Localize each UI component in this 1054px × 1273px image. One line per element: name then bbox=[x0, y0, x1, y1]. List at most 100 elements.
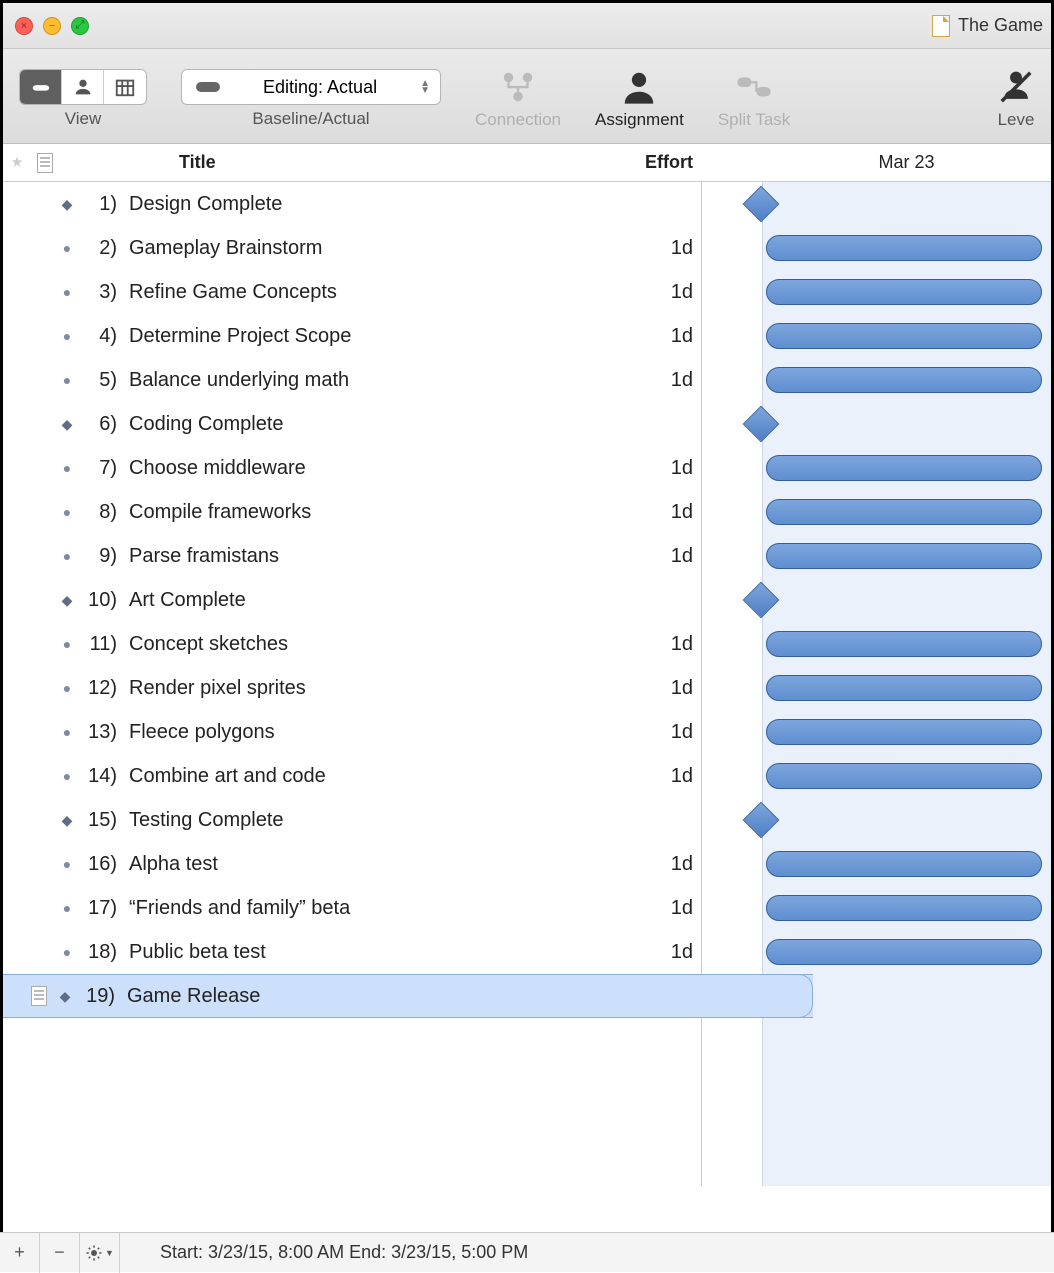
task-effort[interactable]: 1d bbox=[625, 633, 701, 656]
task-title[interactable]: Combine art and code bbox=[123, 765, 625, 788]
task-title[interactable]: Design Complete bbox=[123, 193, 625, 216]
gantt-row[interactable] bbox=[702, 182, 1051, 226]
task-title[interactable]: Public beta test bbox=[123, 941, 625, 964]
gantt-row[interactable] bbox=[702, 226, 1051, 270]
gantt-view-icon[interactable] bbox=[20, 70, 62, 104]
task-bar[interactable] bbox=[766, 279, 1042, 305]
task-title[interactable]: Testing Complete bbox=[123, 809, 625, 832]
gantt-row[interactable] bbox=[702, 578, 1051, 622]
task-bar[interactable] bbox=[766, 235, 1042, 261]
task-effort[interactable]: 1d bbox=[625, 281, 701, 304]
remove-button[interactable]: − bbox=[40, 1233, 80, 1273]
task-row[interactable]: ●4)Determine Project Scope1d bbox=[3, 314, 701, 358]
task-title[interactable]: Game Release bbox=[121, 985, 737, 1008]
task-row[interactable]: ●3)Refine Game Concepts1d bbox=[3, 270, 701, 314]
add-button[interactable]: + bbox=[0, 1233, 40, 1273]
task-effort[interactable]: 1d bbox=[625, 457, 701, 480]
task-title[interactable]: Balance underlying math bbox=[123, 369, 625, 392]
task-row[interactable]: ◆15)Testing Complete bbox=[3, 798, 701, 842]
title-column-header[interactable]: Title bbox=[59, 152, 621, 173]
task-effort[interactable]: 1d bbox=[625, 501, 701, 524]
level-icon[interactable] bbox=[997, 68, 1035, 106]
gantt-row[interactable] bbox=[702, 402, 1051, 446]
task-bar[interactable] bbox=[766, 367, 1042, 393]
task-row[interactable]: ●2)Gameplay Brainstorm1d bbox=[3, 226, 701, 270]
gantt-row[interactable] bbox=[702, 666, 1051, 710]
close-icon[interactable]: × bbox=[15, 17, 33, 35]
zoom-icon[interactable]: ⤢ bbox=[71, 17, 89, 35]
task-row[interactable]: ●16)Alpha test1d bbox=[3, 842, 701, 886]
task-effort[interactable]: 1d bbox=[625, 237, 701, 260]
task-title[interactable]: Parse framistans bbox=[123, 545, 625, 568]
task-effort[interactable]: 1d bbox=[625, 677, 701, 700]
task-effort[interactable]: 1d bbox=[625, 765, 701, 788]
gantt-row[interactable] bbox=[702, 798, 1051, 842]
task-bar[interactable] bbox=[766, 675, 1042, 701]
task-row[interactable]: ●12)Render pixel sprites1d bbox=[3, 666, 701, 710]
milestone-diamond[interactable] bbox=[743, 582, 780, 619]
gantt-row[interactable] bbox=[702, 754, 1051, 798]
violations-column-icon[interactable] bbox=[3, 155, 31, 171]
task-bar[interactable] bbox=[766, 939, 1042, 965]
gantt-row[interactable] bbox=[702, 314, 1051, 358]
task-title[interactable]: Alpha test bbox=[123, 853, 625, 876]
gantt-row[interactable] bbox=[702, 490, 1051, 534]
task-bar[interactable] bbox=[766, 851, 1042, 877]
task-effort[interactable]: 1d bbox=[625, 897, 701, 920]
task-effort[interactable]: 1d bbox=[625, 941, 701, 964]
notes-column-icon[interactable] bbox=[31, 153, 59, 173]
view-segmented[interactable] bbox=[19, 69, 147, 105]
effort-column-header[interactable]: Effort bbox=[621, 152, 701, 173]
task-title[interactable]: Concept sketches bbox=[123, 633, 625, 656]
task-title[interactable]: Render pixel sprites bbox=[123, 677, 625, 700]
gantt-row[interactable] bbox=[702, 446, 1051, 490]
task-bar[interactable] bbox=[766, 323, 1042, 349]
task-bar[interactable] bbox=[766, 763, 1042, 789]
task-row[interactable]: ◆1)Design Complete bbox=[3, 182, 701, 226]
task-row[interactable]: ●13)Fleece polygons1d bbox=[3, 710, 701, 754]
milestone-diamond[interactable] bbox=[743, 406, 780, 443]
task-bar[interactable] bbox=[766, 631, 1042, 657]
calendar-view-icon[interactable] bbox=[104, 70, 146, 104]
task-row[interactable]: ●9)Parse framistans1d bbox=[3, 534, 701, 578]
task-effort[interactable]: 1d bbox=[625, 545, 701, 568]
action-menu-button[interactable]: ▼ bbox=[80, 1233, 120, 1273]
task-row[interactable]: ◆19)Game Release bbox=[3, 974, 813, 1018]
task-bar[interactable] bbox=[766, 543, 1042, 569]
split-task-icon[interactable] bbox=[735, 68, 773, 106]
connection-icon[interactable] bbox=[499, 68, 537, 106]
task-row[interactable]: ●5)Balance underlying math1d bbox=[3, 358, 701, 402]
assignment-icon[interactable] bbox=[620, 68, 658, 106]
task-title[interactable]: Compile frameworks bbox=[123, 501, 625, 524]
baseline-dropdown[interactable]: Editing: Actual ▲▼ bbox=[181, 69, 441, 105]
task-title[interactable]: Gameplay Brainstorm bbox=[123, 237, 625, 260]
gantt-row[interactable] bbox=[702, 534, 1051, 578]
gantt-row[interactable] bbox=[702, 358, 1051, 402]
note-indicator-icon[interactable] bbox=[31, 986, 47, 1006]
task-row[interactable]: ●8)Compile frameworks1d bbox=[3, 490, 701, 534]
milestone-diamond[interactable] bbox=[743, 802, 780, 839]
milestone-diamond[interactable] bbox=[743, 186, 780, 223]
task-row[interactable]: ●17)“Friends and family” beta1d bbox=[3, 886, 701, 930]
task-title[interactable]: Coding Complete bbox=[123, 413, 625, 436]
gantt-row[interactable] bbox=[702, 270, 1051, 314]
task-effort[interactable]: 1d bbox=[625, 721, 701, 744]
resource-view-icon[interactable] bbox=[62, 70, 104, 104]
task-table[interactable]: ◆1)Design Complete●2)Gameplay Brainstorm… bbox=[3, 182, 701, 1186]
task-title[interactable]: Determine Project Scope bbox=[123, 325, 625, 348]
task-title[interactable]: Fleece polygons bbox=[123, 721, 625, 744]
task-title[interactable]: Choose middleware bbox=[123, 457, 625, 480]
task-bar[interactable] bbox=[766, 719, 1042, 745]
task-title[interactable]: Art Complete bbox=[123, 589, 625, 612]
task-title[interactable]: Refine Game Concepts bbox=[123, 281, 625, 304]
gantt-row[interactable] bbox=[702, 842, 1051, 886]
task-bar[interactable] bbox=[766, 895, 1042, 921]
minimize-icon[interactable]: − bbox=[43, 17, 61, 35]
task-row[interactable]: ◆6)Coding Complete bbox=[3, 402, 701, 446]
gantt-row[interactable] bbox=[702, 886, 1051, 930]
gantt-row[interactable] bbox=[702, 622, 1051, 666]
task-row[interactable]: ●7)Choose middleware1d bbox=[3, 446, 701, 490]
task-effort[interactable]: 1d bbox=[625, 853, 701, 876]
task-title[interactable]: “Friends and family” beta bbox=[123, 897, 625, 920]
task-row[interactable]: ●14)Combine art and code1d bbox=[3, 754, 701, 798]
